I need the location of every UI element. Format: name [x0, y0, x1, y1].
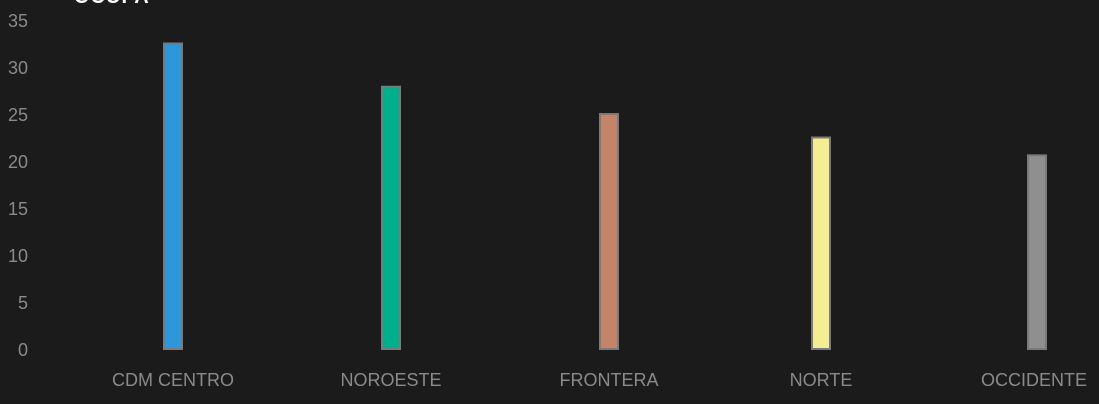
y-tick-label: 20 [8, 152, 28, 172]
y-tick-label: 5 [18, 293, 28, 313]
x-category-label: NOROESTE [340, 370, 441, 390]
bar-frontera[interactable] [599, 113, 619, 350]
bar-norte[interactable] [811, 136, 831, 350]
bar-chart: 0 5 10 15 20 25 30 35 CDM CENTRO NOROESTE FRONTERA… [8, 11, 1087, 390]
y-tick-label: 30 [8, 58, 28, 78]
y-tick-label: 25 [8, 105, 28, 125]
y-tick-label: 35 [8, 11, 28, 31]
bar-occidente[interactable] [1027, 154, 1047, 350]
x-category-label: FRONTERA [560, 370, 659, 390]
x-category-label: NORTE [790, 370, 853, 390]
bar-noroeste[interactable] [381, 85, 401, 351]
bar-cdm-centro[interactable] [163, 42, 183, 350]
chart-container: OCUPA 05101520253035CDM CENTRONOROESTEFR… [0, 0, 1099, 404]
y-tick-label: 10 [8, 246, 28, 266]
y-tick-label: 0 [18, 340, 28, 360]
x-category-label: CDM CENTRO [112, 370, 234, 390]
x-category-label: OCCIDENTE [981, 370, 1087, 390]
y-tick-label: 15 [8, 199, 28, 219]
